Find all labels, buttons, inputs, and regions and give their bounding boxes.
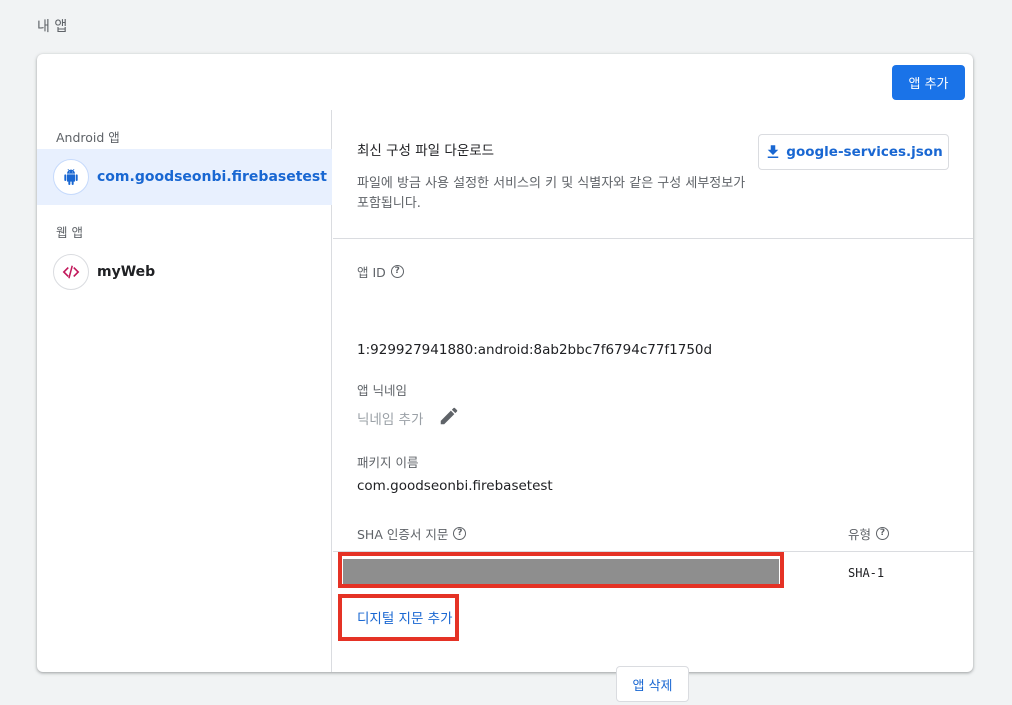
type-help-icon[interactable]: ? — [876, 527, 890, 540]
app-id-value: 1:929927941880:android:8ab2bbc7f6794c77f… — [357, 342, 713, 358]
sidebar-item-android-app[interactable]: com.goodseonbi.firebasetest — [37, 149, 332, 205]
app-id-help-icon[interactable]: ? — [390, 265, 404, 278]
sha-fingerprint-label: SHA 인증서 지문 — [357, 527, 449, 542]
nickname-label: 앱 닉네임 — [357, 383, 407, 398]
download-icon — [768, 145, 779, 158]
android-group-label: Android 앱 — [56, 130, 120, 145]
nickname-placeholder[interactable]: 닉네임 추가 — [357, 408, 423, 428]
android-app-avatar — [53, 159, 89, 195]
config-download-title: 최신 구성 파일 다운로드 — [357, 143, 495, 159]
add-fingerprint-link[interactable]: 디지털 지문 추가 — [357, 607, 453, 627]
app-id-label-row: 앱 ID ? — [357, 262, 404, 281]
download-config-label: google-services.json — [786, 144, 943, 160]
app-sidebar: Android 앱 com.goodseonbi.firebasetest 웹 … — [37, 110, 332, 672]
app-details-panel: 최신 구성 파일 다운로드 파일에 방금 사용 설정한 서비스의 키 및 식별자… — [333, 110, 973, 702]
web-app-avatar — [53, 254, 89, 290]
web-app-name: myWeb — [97, 264, 156, 280]
section-title: 내 앱 — [37, 19, 68, 35]
android-icon — [64, 169, 78, 185]
config-divider — [333, 238, 973, 239]
sidebar-item-web-app[interactable]: myWeb — [37, 244, 332, 300]
config-download-description: 파일에 방금 사용 설정한 서비스의 키 및 식별자와 같은 구성 세부정보가 … — [357, 176, 746, 211]
web-group-label: 웹 앱 — [56, 225, 83, 240]
edit-icon[interactable] — [438, 405, 460, 427]
code-icon — [62, 265, 80, 279]
sha-help-icon[interactable]: ? — [453, 527, 467, 540]
add-app-button[interactable]: 앱 추가 — [892, 65, 965, 100]
package-name-value: com.goodseonbi.firebasetest — [357, 478, 553, 494]
sha-highlight-box — [338, 552, 784, 588]
sha-fingerprint-type: SHA-1 — [848, 566, 885, 580]
delete-app-button[interactable]: 앱 삭제 — [616, 666, 689, 702]
sha-label-row: SHA 인증서 지문 ? — [357, 524, 467, 543]
type-column-label: 유형 — [848, 527, 872, 542]
type-label-row: 유형 ? — [848, 524, 890, 543]
download-config-button[interactable]: google-services.json — [758, 134, 949, 170]
package-name-label: 패키지 이름 — [357, 455, 419, 470]
android-app-name: com.goodseonbi.firebasetest — [97, 169, 327, 185]
app-id-label: 앱 ID — [357, 265, 386, 280]
apps-card: 앱 추가 Android 앱 com.goodseonbi.firebasete… — [37, 54, 973, 702]
